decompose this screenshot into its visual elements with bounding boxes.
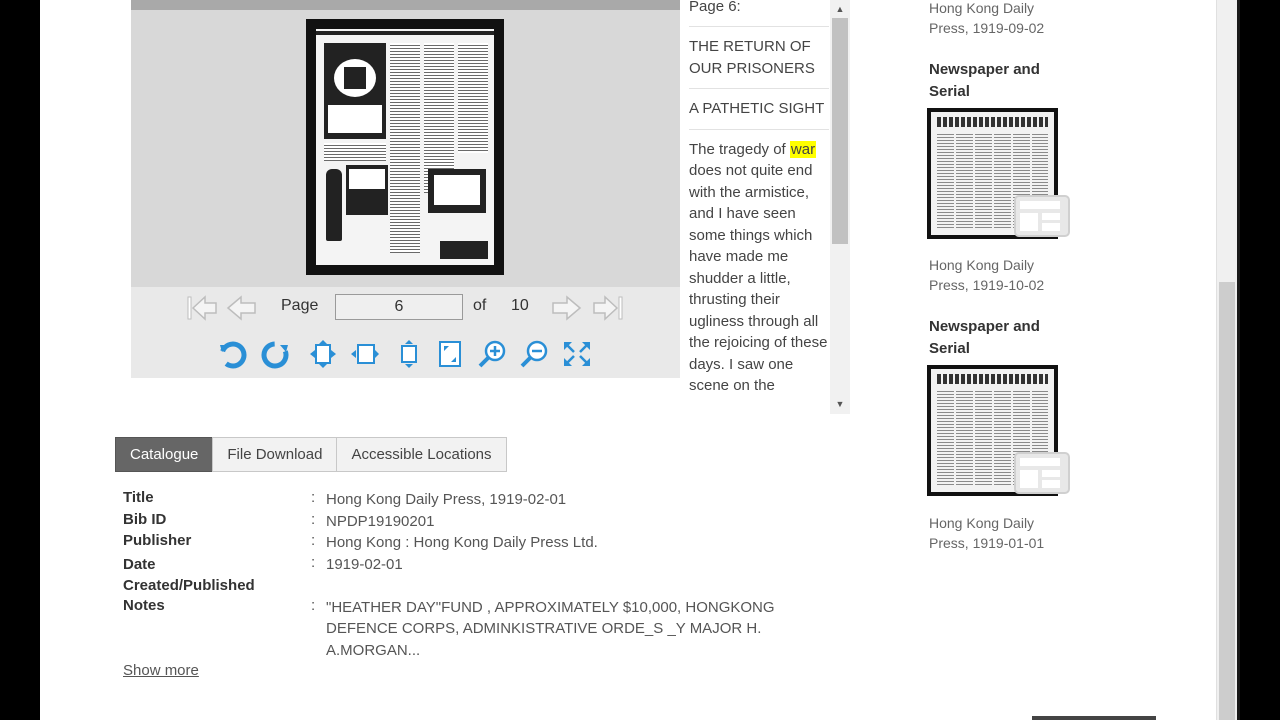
advert-bottle — [326, 169, 342, 241]
scroll-down-icon[interactable]: ▼ — [832, 397, 848, 411]
record-tabs: Catalogue File Download Accessible Locat… — [115, 437, 507, 472]
text-column — [458, 43, 488, 153]
detail-value: Hong Kong Daily Press, 1919-02-01 — [326, 491, 567, 508]
detail-separator: : — [311, 553, 316, 571]
detail-key: Bib ID — [123, 510, 167, 528]
tab-catalogue[interactable]: Catalogue — [115, 437, 214, 472]
right-black-border — [1240, 0, 1280, 720]
viewer-toolbar — [131, 327, 680, 378]
detail-separator: : — [311, 510, 316, 528]
page-navigation-bar: Page of 10 — [131, 287, 680, 327]
page-content — [316, 29, 494, 265]
fit-height-icon[interactable] — [393, 339, 425, 369]
advert-banner — [440, 241, 488, 259]
zoom-out-icon[interactable] — [519, 339, 551, 369]
related-heading: Newspaper and Serial — [929, 318, 1040, 357]
scroll-up-icon[interactable]: ▲ — [832, 2, 848, 16]
ocr-scrollbar-thumb[interactable] — [832, 18, 848, 244]
next-page-icon[interactable] — [549, 294, 583, 322]
detail-separator: : — [311, 489, 316, 506]
detail-value: NPDP19190201 — [326, 512, 435, 530]
viewer-top-strip — [131, 0, 680, 10]
detail-key: Notes — [123, 596, 165, 614]
detail-row-date: Date Created/Published : 1919-02-01 — [123, 554, 823, 597]
related-caption[interactable]: Hong Kong Daily Press, 1919-09-02 — [929, 0, 1059, 38]
related-heading: Newspaper and Serial — [929, 61, 1040, 100]
related-caption[interactable]: Hong Kong Daily Press, 1919-01-01 — [929, 513, 1059, 553]
related-caption[interactable]: Hong Kong Daily Press, 1919-10-02 — [929, 255, 1059, 295]
ocr-content: THE RETURN OF OUR PRISONERS A PATHETIC S… — [689, 26, 829, 397]
fit-page-icon[interactable] — [307, 339, 339, 369]
document-viewer: Page of 10 — [131, 0, 680, 378]
page-label: Page — [281, 297, 319, 314]
fullscreen-icon[interactable] — [561, 339, 593, 369]
ocr-headline: A PATHETIC SIGHT — [689, 98, 829, 130]
tab-file-download[interactable]: File Download — [212, 437, 338, 472]
ocr-body-text: The tragedy of war does not quite end wi… — [689, 140, 828, 394]
newspaper-page-image[interactable] — [306, 19, 504, 275]
page-scrollbar-thumb[interactable] — [1219, 282, 1235, 720]
detail-row-bib-id: Bib ID : NPDP19190201 — [123, 511, 823, 533]
advert-safe — [344, 67, 366, 89]
first-page-icon[interactable] — [185, 294, 219, 322]
actual-size-icon[interactable] — [433, 339, 465, 369]
masthead-rule — [316, 31, 494, 35]
text-column — [390, 43, 420, 253]
detail-separator: : — [311, 596, 316, 614]
total-pages: 10 — [511, 297, 529, 314]
footer-edge — [1032, 716, 1156, 720]
search-highlight: war — [789, 140, 817, 158]
catalogue-details: Title : Hong Kong Daily Press, 1919-02-0… — [123, 489, 823, 659]
text-column — [324, 143, 386, 161]
rotate-left-icon[interactable] — [217, 339, 249, 369]
detail-value: Hong Kong : Hong Kong Daily Press Ltd. — [326, 534, 598, 551]
zoom-in-icon[interactable] — [477, 339, 509, 369]
detail-key: Publisher — [123, 532, 192, 549]
thumbnail-masthead — [937, 374, 1048, 384]
detail-key: Title — [123, 489, 154, 506]
advert-text-2 — [434, 175, 480, 205]
detail-separator: : — [311, 532, 316, 549]
thumbnail-masthead — [937, 117, 1048, 127]
advert-label — [349, 169, 385, 189]
newspaper-icon — [1013, 194, 1071, 238]
ocr-page-heading: Page 6: — [689, 0, 741, 15]
detail-row-title: Title : Hong Kong Daily Press, 1919-02-0… — [123, 489, 823, 511]
detail-row-notes: Notes : "HEATHER DAY"FUND , APPROXIMATEL… — [123, 596, 823, 659]
detail-value: 1919-02-01 — [326, 555, 403, 573]
ocr-headline: THE RETURN OF OUR PRISONERS — [689, 36, 829, 89]
rotate-right-icon[interactable] — [259, 339, 291, 369]
detail-value: "HEATHER DAY"FUND , APPROXIMATELY $10,00… — [326, 598, 775, 659]
left-black-border — [0, 0, 40, 720]
advert-text — [328, 105, 382, 133]
show-more-link[interactable]: Show more — [123, 662, 199, 679]
ocr-text-panel[interactable]: Page 6: THE RETURN OF OUR PRISONERS A PA… — [680, 0, 850, 414]
of-label: of — [473, 297, 487, 314]
detail-key: Date Created/Published — [123, 555, 255, 595]
window-edge — [1237, 0, 1240, 720]
fit-width-icon[interactable] — [349, 339, 381, 369]
newspaper-icon — [1013, 451, 1071, 495]
detail-row-publisher: Publisher : Hong Kong : Hong Kong Daily … — [123, 532, 823, 554]
previous-page-icon[interactable] — [225, 294, 259, 322]
tab-accessible-locations[interactable]: Accessible Locations — [336, 437, 507, 472]
last-page-icon[interactable] — [591, 294, 625, 322]
page-number-input[interactable] — [335, 294, 463, 320]
